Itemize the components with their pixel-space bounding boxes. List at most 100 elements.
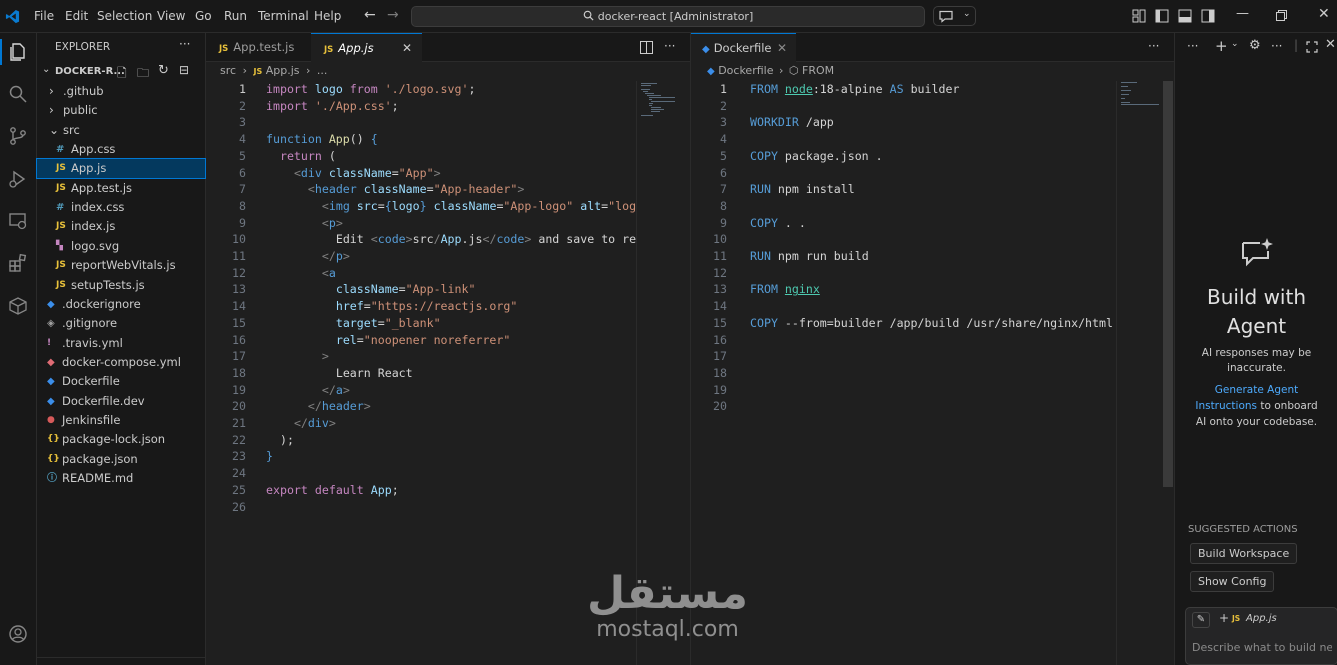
command-center-search[interactable]: docker-react [Administrator]	[411, 6, 925, 27]
toggle-primary-sidebar-icon[interactable]	[1155, 9, 1169, 23]
menu-help[interactable]: Help	[314, 9, 341, 23]
editor-more-actions-icon[interactable]: ···	[664, 39, 675, 53]
attach-paperclip-icon[interactable]: ✎	[1192, 612, 1210, 628]
tree-file[interactable]: ⓘ README.md	[37, 469, 205, 488]
tree-file[interactable]: JS App.test.js	[37, 179, 205, 198]
js-file-icon: JS	[56, 260, 66, 271]
generate-instructions-link[interactable]: Generate Agent	[1175, 382, 1337, 398]
code-line: Edit <code>src/App.js</code> and save to…	[335, 232, 636, 247]
line-number: 5	[239, 148, 246, 163]
close-tab-icon[interactable]: ✕	[402, 34, 412, 63]
tree-file[interactable]: ◆ Dockerfile.dev	[37, 392, 205, 411]
split-editor-icon[interactable]	[640, 41, 653, 54]
line-number: 10	[713, 232, 727, 247]
explorer-files-icon[interactable]	[7, 41, 29, 63]
chevron-down-icon[interactable]: ⌄	[1231, 39, 1239, 49]
menu-selection[interactable]: Selection	[97, 9, 152, 23]
generate-instructions-link-cont[interactable]: Instructions	[1195, 400, 1257, 412]
tree-item-label: src	[63, 122, 80, 137]
more-actions-icon[interactable]: ···	[1271, 39, 1282, 53]
tree-file[interactable]: JS index.js	[37, 217, 205, 236]
menu-edit[interactable]: Edit	[65, 9, 88, 23]
show-config-button[interactable]: Show Config	[1190, 571, 1275, 592]
chat-input-placeholder[interactable]: Describe what to build ne	[1192, 641, 1332, 654]
breadcrumb-src[interactable]: src	[220, 64, 236, 77]
docker-file-icon: ◆	[47, 298, 55, 310]
breadcrumb-dockerfile[interactable]: Dockerfile	[718, 64, 773, 77]
svg-file-icon: ▚	[56, 240, 63, 251]
copilot-button[interactable]: ⌄	[933, 6, 976, 26]
line-number: 7	[239, 182, 246, 197]
tree-file[interactable]: # App.css	[37, 140, 205, 159]
toggle-secondary-sidebar-icon[interactable]	[1201, 9, 1215, 23]
tree-folder[interactable]: ⌄ src	[37, 121, 205, 140]
breadcrumb-more[interactable]: ...	[317, 64, 328, 77]
menu-go[interactable]: Go	[195, 9, 212, 23]
tree-file[interactable]: ▚ logo.svg	[37, 237, 205, 256]
context-file-chip[interactable]: App.js	[1246, 613, 1277, 624]
tree-file[interactable]: # index.css	[37, 198, 205, 217]
menu-file[interactable]: File	[34, 9, 54, 23]
code-editor-app-js[interactable]: 1 import logo from './logo.svg'; 2 import '…	[206, 81, 636, 641]
close-tab-icon[interactable]: ✕	[777, 34, 787, 63]
css-file-icon: #	[56, 144, 65, 156]
tree-file[interactable]: ◈ .gitignore	[37, 314, 205, 333]
restore-icon[interactable]	[1276, 10, 1287, 21]
code-line: FROM node:18-alpine AS builder	[750, 82, 960, 96]
close-panel-icon[interactable]: ✕	[1325, 37, 1336, 52]
run-debug-icon[interactable]	[7, 168, 29, 190]
extensions-icon[interactable]	[7, 252, 29, 274]
code-editor-dockerfile[interactable]: 1 FROM node:18-alpine AS builder 2 3 WORKDIR…	[691, 81, 1116, 665]
maximize-icon[interactable]	[1306, 41, 1318, 53]
breadcrumb-from[interactable]: FROM	[802, 64, 834, 77]
tab-app-test-js[interactable]: JS App.test.js	[206, 33, 311, 62]
workspace-root-header[interactable]: ⌄ DOCKER-R... 🗋 🗀 ↻ ⊟	[37, 63, 205, 82]
minimap[interactable]	[1116, 81, 1161, 665]
tree-file[interactable]: JS setupTests.js	[37, 276, 205, 295]
settings-gear-icon[interactable]: ⚙	[1249, 38, 1261, 53]
outline-section-header[interactable]	[37, 657, 205, 665]
build-workspace-button[interactable]: Build Workspace	[1190, 543, 1298, 564]
menu-terminal[interactable]: Terminal	[258, 9, 309, 23]
containers-icon[interactable]	[7, 295, 29, 317]
new-chat-icon[interactable]: +	[1215, 37, 1228, 55]
tree-folder[interactable]: › public	[37, 101, 205, 120]
tree-file[interactable]: {} package.json	[37, 450, 205, 469]
tree-file[interactable]: JS App.js	[36, 158, 206, 180]
more-actions-icon[interactable]: ···	[179, 37, 190, 51]
js-file-icon: JS	[219, 44, 229, 54]
tree-file[interactable]: ◆ docker-compose.yml	[37, 353, 205, 372]
code-line: >	[321, 349, 329, 364]
source-control-icon[interactable]	[7, 125, 29, 147]
minimize-icon[interactable]: —	[1236, 6, 1249, 21]
collapse-all-icon[interactable]: ⊟	[179, 63, 189, 77]
customize-layout-icon[interactable]	[1132, 9, 1146, 23]
code-line: export default App;	[266, 482, 399, 497]
remote-explorer-icon[interactable]	[7, 210, 29, 232]
account-icon[interactable]	[7, 623, 29, 645]
scrollbar-thumb[interactable]	[1163, 81, 1173, 487]
tree-file[interactable]: ! .travis.yml	[37, 334, 205, 353]
back-arrow-icon[interactable]: ←	[364, 7, 376, 23]
tree-file[interactable]: JS reportWebVitals.js	[37, 256, 205, 275]
add-context-icon[interactable]: +	[1219, 611, 1229, 625]
chat-input-box[interactable]: ✎ + JS App.js Describe what to build ne	[1185, 607, 1337, 665]
tab-app-js[interactable]: JS App.js ✕	[311, 33, 422, 62]
close-window-icon[interactable]: ✕	[1318, 6, 1330, 22]
tree-file[interactable]: ◆ .dockerignore	[37, 295, 205, 314]
tree-file[interactable]: {} package-lock.json	[37, 430, 205, 449]
panel-more-icon[interactable]: ···	[1187, 39, 1198, 53]
vscode-logo-icon[interactable]	[5, 9, 20, 24]
menu-view[interactable]: View	[157, 9, 185, 23]
tree-file[interactable]: ● Jenkinsfile	[37, 411, 205, 430]
forward-arrow-icon[interactable]: →	[387, 7, 399, 23]
search-icon[interactable]	[7, 83, 29, 105]
refresh-icon[interactable]: ↻	[158, 63, 169, 78]
tab-dockerfile[interactable]: ◆ Dockerfile ✕	[691, 33, 796, 62]
tree-file[interactable]: ◆ Dockerfile	[37, 372, 205, 391]
editor-more-actions-icon[interactable]: ···	[1148, 39, 1159, 53]
toggle-panel-icon[interactable]	[1178, 9, 1192, 23]
menu-run[interactable]: Run	[224, 9, 247, 23]
tree-folder[interactable]: › .github	[37, 82, 205, 101]
breadcrumb-app-js[interactable]: App.js	[266, 64, 300, 77]
